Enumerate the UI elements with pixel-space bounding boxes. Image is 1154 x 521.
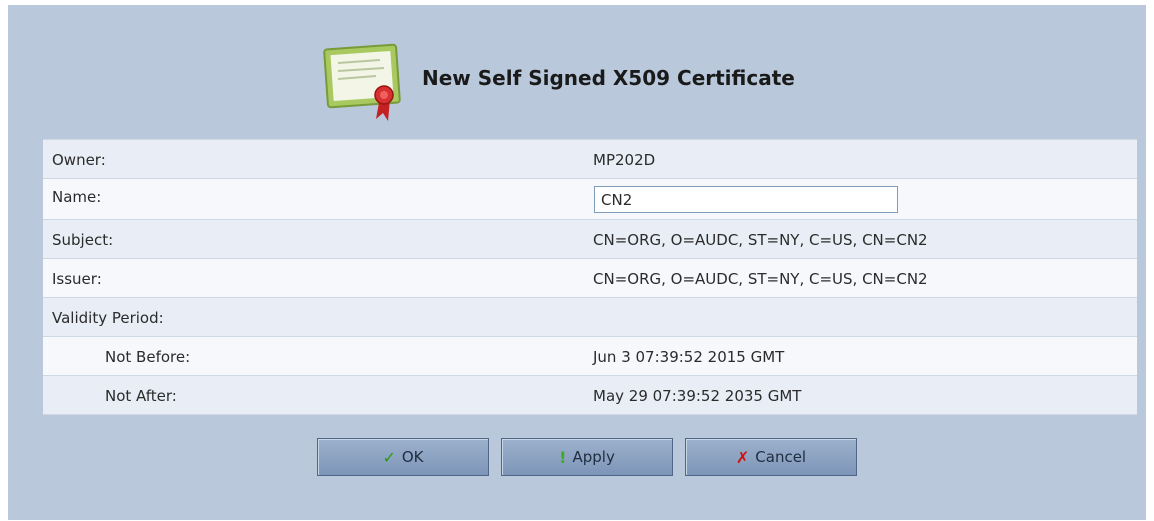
table-row-name: Name: (43, 179, 1137, 220)
name-input[interactable] (594, 186, 898, 213)
subject-value: CN=ORG, O=AUDC, ST=NY, C=US, CN=CN2 (593, 231, 928, 249)
owner-value: MP202D (593, 151, 656, 169)
table-row-not-after: Not After: May 29 07:39:52 2035 GMT (43, 376, 1137, 415)
table-row-issuer: Issuer: CN=ORG, O=AUDC, ST=NY, C=US, CN=… (43, 259, 1137, 298)
exclamation-icon: ! (559, 447, 567, 467)
not-before-value: Jun 3 07:39:52 2015 GMT (593, 348, 785, 366)
page-title: New Self Signed X509 Certificate (422, 66, 795, 90)
certificate-details-table: Owner: MP202D Name: Subject: CN=ORG, O=A… (43, 139, 1137, 415)
cancel-button-label: Cancel (755, 448, 807, 466)
issuer-value: CN=ORG, O=AUDC, ST=NY, C=US, CN=CN2 (593, 270, 928, 288)
ok-button-label: OK (401, 448, 424, 466)
owner-label: Owner: (52, 151, 106, 169)
check-icon: ✓ (382, 447, 396, 467)
name-label: Name: (52, 188, 102, 206)
ok-button[interactable]: ✓ OK (317, 438, 489, 476)
cancel-button[interactable]: ✗ Cancel (685, 438, 857, 476)
certificate-icon (306, 27, 416, 127)
not-after-label: Not After: (105, 387, 177, 405)
not-before-label: Not Before: (105, 348, 191, 366)
action-buttons: ✓ OK ! Apply ✗ Cancel (317, 438, 857, 476)
not-after-value: May 29 07:39:52 2035 GMT (593, 387, 802, 405)
subject-label: Subject: (52, 231, 114, 249)
table-row-not-before: Not Before: Jun 3 07:39:52 2015 GMT (43, 337, 1137, 376)
table-row-subject: Subject: CN=ORG, O=AUDC, ST=NY, C=US, CN… (43, 220, 1137, 259)
issuer-label: Issuer: (52, 270, 102, 288)
certificate-panel: New Self Signed X509 Certificate Owner: … (8, 5, 1146, 520)
x-icon: ✗ (735, 447, 750, 467)
apply-button-label: Apply (572, 448, 615, 466)
table-row-owner: Owner: MP202D (43, 140, 1137, 179)
apply-button[interactable]: ! Apply (501, 438, 673, 476)
validity-period-label: Validity Period: (52, 309, 164, 327)
table-row-validity-period: Validity Period: (43, 298, 1137, 337)
page-header: New Self Signed X509 Certificate (306, 27, 795, 127)
